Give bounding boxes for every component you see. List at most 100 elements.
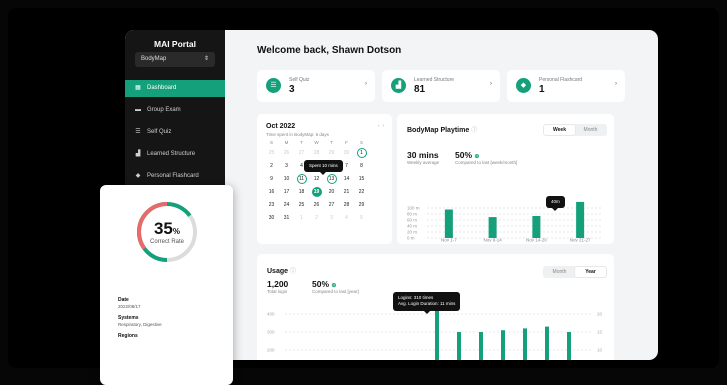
calendar-day-number: 8: [360, 163, 363, 169]
calendar-day[interactable]: 26: [309, 199, 324, 212]
calendar-day-number: 20: [328, 189, 335, 195]
bar[interactable]: [488, 217, 497, 238]
stat-card-learned-structure[interactable]: ▟ Learned Structure 81 ›: [382, 70, 500, 102]
stat-card-self-quiz[interactable]: ☰ Self Quiz 3 ›: [257, 70, 375, 102]
calendar-day-number: 15: [358, 176, 365, 182]
calendar-day[interactable]: 21: [339, 186, 354, 199]
y-tick-label: 0 m: [407, 236, 415, 241]
calendar-day-number: 26: [313, 202, 320, 208]
calendar-day[interactable]: 29: [354, 199, 369, 212]
calendar-day[interactable]: 3: [324, 212, 339, 225]
calendar-day[interactable]: 26: [279, 147, 294, 160]
sidebar-item-learned-structure[interactable]: ▟ Learned Structure: [125, 146, 225, 163]
calendar-day-number: 11: [298, 176, 305, 182]
calendar-day-number: 29: [358, 202, 365, 208]
usage-tooltip-line2: Avg. Login Duration: 11 mins: [398, 301, 456, 307]
calendar-day[interactable]: 9: [264, 173, 279, 186]
calendar-day-number: 3: [285, 163, 288, 169]
calendar-day-number: 1: [300, 215, 303, 221]
y-tick-label: 40 m: [407, 224, 417, 229]
chevron-right-icon: ›: [365, 81, 367, 87]
calendar-day-number: 30: [268, 215, 275, 221]
calendar-day[interactable]: 20: [324, 186, 339, 199]
calendar-day-number: 26: [283, 150, 290, 156]
brand-title: MAI Portal: [153, 39, 197, 49]
calendar-day[interactable]: 28: [339, 199, 354, 212]
y-tick-label: 60 m: [407, 218, 417, 223]
calendar-day[interactable]: 2: [264, 160, 279, 173]
sidebar-item-self-quiz[interactable]: ☰ Self Quiz: [125, 124, 225, 141]
flashcard-icon: ◆: [135, 173, 141, 179]
x-tick-label: Nov 1-7: [441, 238, 457, 243]
chart-icon: ▟: [135, 151, 141, 157]
stat-label: Self Quiz: [289, 77, 310, 83]
usage-tooltip: Logins: 310 times Avg. Login Duration: 1…: [393, 292, 461, 314]
weekday-label: W: [314, 140, 319, 145]
calendar-day-number: 31: [283, 215, 290, 221]
calendar-day[interactable]: 30: [264, 212, 279, 225]
weekday-label: T: [330, 140, 333, 145]
calendar-day[interactable]: 1: [294, 212, 309, 225]
sidebar-item-group-exam[interactable]: ▬ Group Exam: [125, 102, 225, 119]
calendar-nav: ‹ ›: [378, 123, 384, 129]
y2-tick-label: 15: [597, 330, 603, 335]
sidebar-item-personal-flashcard[interactable]: ◆ Personal Flashcard: [125, 168, 225, 185]
chart-icon: ▟: [391, 78, 406, 93]
calendar-day[interactable]: 3: [279, 160, 294, 173]
calendar-day[interactable]: 24: [279, 199, 294, 212]
calendar-day[interactable]: 5: [354, 212, 369, 225]
calendar-card: Oct 2022 ‹ › Time spent in BodyMap: 6 da…: [257, 114, 392, 244]
calendar-day[interactable]: 1: [354, 147, 369, 160]
chevron-right-icon: ›: [615, 81, 617, 87]
weekday-label: S: [359, 140, 363, 145]
calendar-day[interactable]: 25: [264, 147, 279, 160]
bar[interactable]: [457, 332, 461, 360]
stat-card-personal-flashcard[interactable]: ◆ Personal Flashcard 1 ›: [507, 70, 625, 102]
sidebar-item-dashboard[interactable]: ▦ Dashboard: [125, 80, 225, 97]
sidebar-item-label: Self Quiz: [147, 129, 172, 135]
playtime-card: BodyMap Playtime ⓘ Week Month 30 mins We…: [397, 114, 614, 244]
calendar-day[interactable]: 27: [294, 147, 309, 160]
bar[interactable]: [567, 332, 571, 360]
calendar-day[interactable]: 27: [324, 199, 339, 212]
calendar-day-number: 30: [343, 150, 350, 156]
calendar-day[interactable]: 14: [339, 173, 354, 186]
calendar-day[interactable]: 2: [309, 212, 324, 225]
x-tick-label: Nov 8-14: [483, 238, 502, 243]
bar[interactable]: [501, 330, 505, 360]
calendar-day[interactable]: 11: [294, 173, 309, 186]
y-tick-label: 300: [267, 330, 275, 335]
bar[interactable]: [532, 215, 541, 238]
calendar-day[interactable]: 10: [279, 173, 294, 186]
calendar-day-number: 14: [343, 176, 350, 182]
weekday-label: M: [284, 140, 289, 145]
y-tick-label: 200: [267, 348, 275, 353]
calendar-day-number: 10: [283, 176, 290, 182]
calendar-day[interactable]: 18: [294, 186, 309, 199]
calendar-day[interactable]: 16: [264, 186, 279, 199]
correct-rate-ring: 35% Correct Rate: [134, 199, 200, 265]
bar[interactable]: [523, 328, 527, 360]
bar[interactable]: [576, 201, 585, 238]
module-select[interactable]: BodyMap ⇕: [135, 52, 215, 67]
calendar-day[interactable]: 22: [354, 186, 369, 199]
calendar-day[interactable]: 19: [309, 186, 324, 199]
calendar-day[interactable]: 25: [294, 199, 309, 212]
chevron-right-icon[interactable]: ›: [382, 123, 384, 129]
bar[interactable]: [444, 209, 453, 239]
calendar-day[interactable]: 15: [354, 173, 369, 186]
chevron-left-icon[interactable]: ‹: [378, 123, 380, 129]
calendar-day[interactable]: 28: [309, 147, 324, 160]
calendar-day[interactable]: 31: [279, 212, 294, 225]
bar[interactable]: [545, 326, 549, 360]
welcome-heading: Welcome back, Shawn Dotson: [257, 45, 402, 56]
calendar-day[interactable]: 29: [324, 147, 339, 160]
calendar-day[interactable]: 30: [339, 147, 354, 160]
calendar-day[interactable]: 4: [339, 212, 354, 225]
calendar-day[interactable]: 17: [279, 186, 294, 199]
calendar-day[interactable]: 23: [264, 199, 279, 212]
bar[interactable]: [479, 332, 483, 360]
calendar-day-number: 1: [360, 150, 363, 156]
calendar-day[interactable]: 8: [354, 160, 369, 173]
bar[interactable]: [435, 310, 439, 360]
